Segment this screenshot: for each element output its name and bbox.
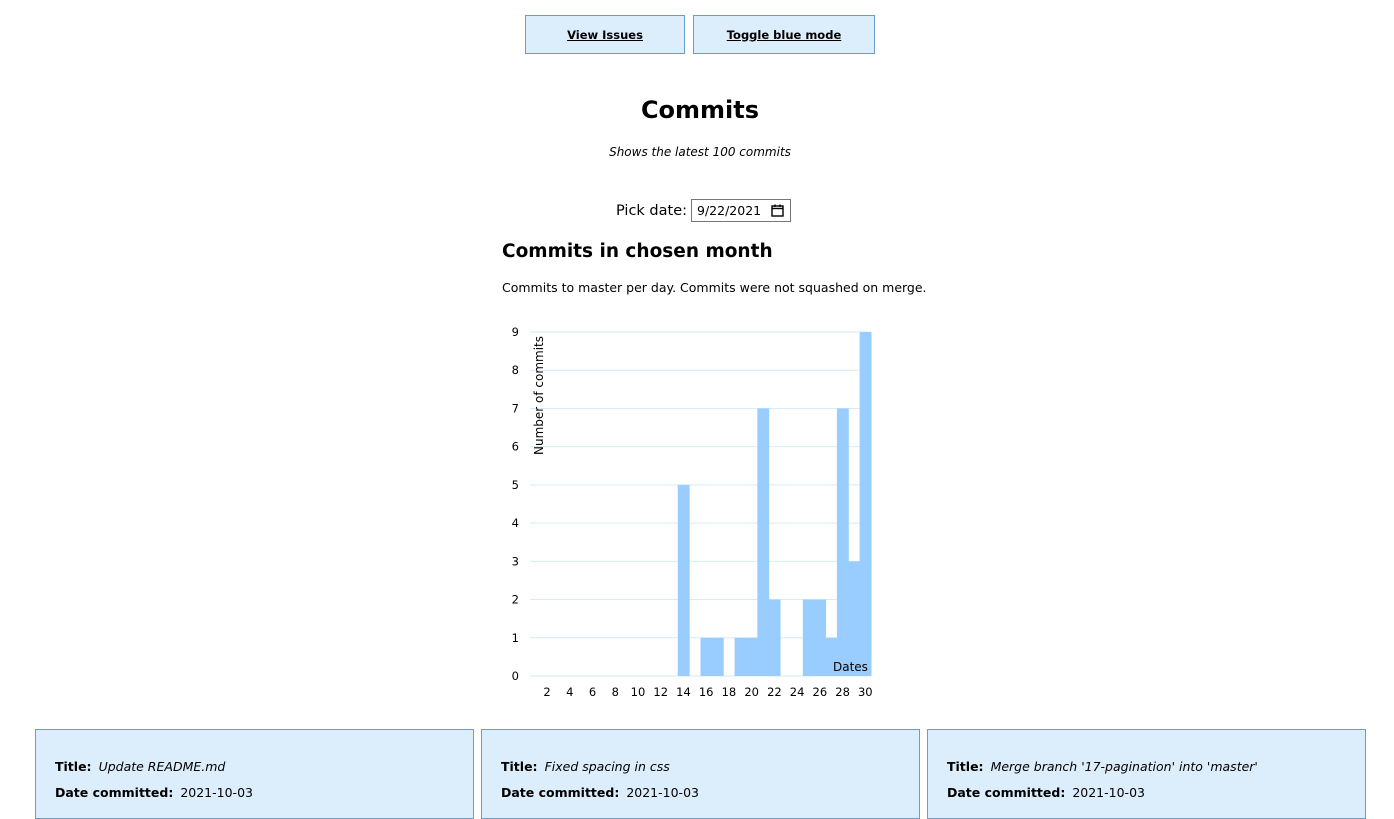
- x-tick-label: 6: [589, 685, 596, 699]
- y-axis-label: Number of commits: [532, 336, 546, 455]
- commit-title: Merge branch '17-pagination' into 'maste…: [990, 759, 1258, 774]
- y-tick-label: 6: [512, 440, 519, 454]
- commit-card: Title: Merge branch '17-pagination' into …: [927, 729, 1366, 819]
- x-tick-label: 10: [631, 685, 646, 699]
- date-picker-row: Pick date: 9/22/2021: [616, 199, 792, 222]
- commit-date: 2021-10-03: [626, 785, 699, 800]
- y-tick-label: 1: [512, 631, 519, 645]
- view-issues-button[interactable]: View Issues: [525, 15, 685, 54]
- y-tick-label: 8: [512, 363, 519, 377]
- commit-bar: [745, 637, 758, 676]
- chart-section-title: Commits in chosen month: [502, 241, 773, 262]
- date-picker-label: Pick date:: [616, 202, 688, 219]
- commit-card: Title: Update README.md Date committed: 20…: [35, 729, 474, 819]
- x-axis-label: Dates: [833, 660, 868, 674]
- commit-date-label: Date committed:: [55, 785, 174, 800]
- commits-bar-chart: 0123456789 2 4 6 8 10 12 14 16 18 20 22 24 26 28 30 Nu…: [512, 325, 873, 699]
- commit-date: 2021-10-03: [180, 785, 253, 800]
- commit-list: Title: Update README.md Date committed: 20…: [35, 729, 1366, 819]
- commit-bar: [848, 561, 861, 676]
- y-tick-label: 0: [512, 669, 519, 683]
- y-tick-label: 2: [512, 593, 519, 607]
- commit-bar: [836, 408, 849, 676]
- x-tick-label: 8: [612, 685, 619, 699]
- commit-card: Title: Fixed spacing in css Date committe…: [481, 729, 920, 819]
- x-tick-label: 22: [767, 685, 782, 699]
- x-tick-label: 30: [858, 685, 873, 699]
- commit-bar: [711, 637, 724, 676]
- commit-title: Update README.md: [98, 759, 226, 774]
- y-tick-label: 3: [512, 554, 519, 568]
- x-tick-label: 2: [543, 685, 550, 699]
- page-subtitle: Shows the latest 100 commits: [609, 145, 791, 159]
- commit-title-label: Title:: [55, 759, 92, 774]
- x-tick-label: 28: [835, 685, 850, 699]
- y-tick-label: 7: [512, 401, 519, 415]
- y-axis-ticks: 0 1 2 3 4 5 6 7 8 9: [512, 325, 519, 683]
- commit-date: 2021-10-03: [1072, 785, 1145, 800]
- date-input-value: 9/22/2021: [697, 203, 762, 218]
- date-input[interactable]: 9/22/2021: [691, 199, 792, 222]
- toggle-blue-mode-button[interactable]: Toggle blue mode: [693, 15, 875, 54]
- chart-bars: [677, 332, 872, 676]
- chart-section-description: Commits to master per day. Commits were …: [502, 280, 927, 295]
- commit-bar: [768, 599, 781, 676]
- y-tick-label: 5: [512, 478, 519, 492]
- x-tick-label: 20: [744, 685, 759, 699]
- commit-bar: [700, 637, 713, 676]
- commit-bar: [859, 332, 872, 676]
- calendar-icon[interactable]: [771, 204, 784, 217]
- x-tick-label: 12: [653, 685, 668, 699]
- x-tick-label: 24: [790, 685, 805, 699]
- commit-bar: [802, 599, 815, 676]
- commit-date-label: Date committed:: [501, 785, 620, 800]
- x-tick-label: 16: [699, 685, 714, 699]
- commit-title-label: Title:: [501, 759, 538, 774]
- commit-bar: [677, 484, 690, 676]
- x-tick-label: 18: [722, 685, 737, 699]
- commit-bar: [734, 637, 747, 676]
- x-axis-ticks: 2 4 6 8 10 12 14 16 18 20 22 24 26 28 30: [543, 685, 872, 699]
- commit-title: Fixed spacing in css: [544, 759, 670, 774]
- commit-title-label: Title:: [947, 759, 984, 774]
- y-tick-label: 4: [512, 516, 519, 530]
- x-tick-label: 4: [566, 685, 573, 699]
- commit-bar: [814, 599, 827, 676]
- commit-date-label: Date committed:: [947, 785, 1066, 800]
- page-title: Commits: [640, 96, 760, 124]
- y-tick-label: 9: [512, 325, 519, 339]
- x-tick-label: 14: [676, 685, 691, 699]
- top-nav: View Issues Toggle blue mode: [525, 15, 875, 54]
- commit-bar: [757, 408, 770, 676]
- x-tick-label: 26: [813, 685, 828, 699]
